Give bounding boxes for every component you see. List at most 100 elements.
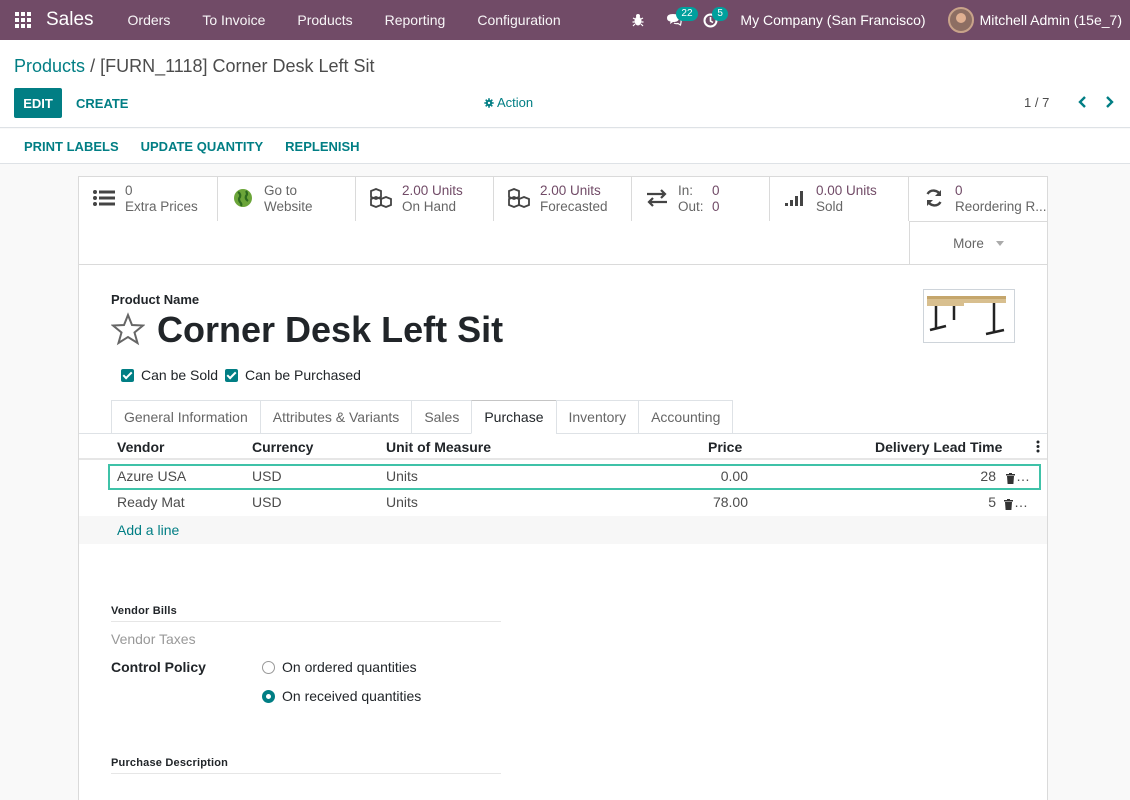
menu-to-invoice[interactable]: To Invoice [186, 0, 281, 40]
menu-products[interactable]: Products [281, 0, 368, 40]
user-menu[interactable]: Mitchell Admin (15e_7) [980, 12, 1122, 28]
product-name-field[interactable]: Corner Desk Left Sit [157, 308, 503, 352]
radio-unchecked-icon [262, 660, 275, 674]
exchange-icon [644, 185, 670, 211]
cubes-icon [368, 185, 394, 211]
more-label: More [953, 236, 984, 251]
pager-value[interactable]: 1 / 7 [1024, 95, 1049, 110]
add-a-line-link[interactable]: Add a line [117, 522, 179, 538]
app-name[interactable]: Sales [46, 9, 94, 31]
radio-ordered-quantities[interactable]: On ordered quantities [262, 659, 417, 675]
control-panel: Products / [FURN_1118] Corner Desk Left … [0, 40, 1130, 128]
col-unit-of-measure[interactable]: Unit of Measure [386, 439, 491, 455]
menu-configuration[interactable]: Configuration [461, 0, 576, 40]
tab-sales[interactable]: Sales [411, 400, 472, 434]
chevron-right-icon[interactable] [1102, 92, 1118, 112]
apps-menu-icon[interactable] [0, 0, 46, 40]
on-hand-button[interactable]: 2.00 Units On Hand [356, 177, 494, 221]
cell-uom: Units [386, 494, 418, 510]
breadcrumb-current: [FURN_1118] Corner Desk Left Sit [100, 56, 375, 76]
cell-price: 78.00 [712, 494, 748, 510]
list-icon [91, 185, 117, 211]
vendor-table-header: Vendor Currency Unit of Measure Price De… [79, 436, 1047, 460]
product-name-label: Product Name [111, 292, 200, 307]
col-price[interactable]: Price [708, 439, 742, 455]
cell-uom: Units [386, 468, 418, 484]
on-hand-value: 2.00 Units [402, 183, 463, 198]
chevron-left-icon[interactable] [1074, 92, 1090, 112]
radio-received-quantities[interactable]: On received quantities [262, 688, 421, 704]
forecasted-label: Forecasted [540, 199, 608, 214]
in-label: In: [678, 183, 694, 198]
breadcrumb-products-link[interactable]: Products [14, 56, 85, 76]
menu-orders[interactable]: Orders [112, 0, 187, 40]
reordering-label: Reordering R... [955, 199, 1047, 214]
reordering-value: 0 [955, 183, 963, 198]
user-avatar[interactable] [947, 7, 974, 33]
messages-icon[interactable]: 22 [656, 0, 698, 40]
top-navbar: Sales Orders To Invoice Products Reporti… [0, 0, 1130, 40]
section-divider [111, 621, 501, 622]
can-be-purchased-checkbox[interactable]: Can be Purchased [225, 367, 361, 383]
table-row[interactable]: Ready Mat USD Units 78.00 5 … [79, 491, 1047, 517]
cell-lead-time: 5 [988, 494, 996, 510]
cell-price: 0.00 [720, 468, 748, 484]
col-delivery-lead-time[interactable]: Delivery Lead Time [875, 439, 1002, 455]
section-divider [111, 773, 501, 774]
form-tabs: General Information Attributes & Variant… [111, 400, 734, 434]
form-header-bar: PRINT LABELS UPDATE QUANTITY REPLENISH [0, 129, 1130, 164]
activities-badge: 5 [712, 7, 728, 21]
cell-vendor: Azure USA [117, 468, 187, 484]
col-vendor[interactable]: Vendor [117, 439, 164, 455]
cell-currency: USD [252, 494, 282, 510]
print-labels-button[interactable]: PRINT LABELS [14, 139, 129, 154]
extra-prices-button[interactable]: 0 Extra Prices [79, 177, 218, 221]
radio-received-label: On received quantities [282, 688, 422, 704]
cell-vendor: Ready Mat [117, 494, 185, 510]
col-currency[interactable]: Currency [252, 439, 313, 455]
more-dropdown[interactable]: More [909, 221, 1047, 265]
trash-icon[interactable] [1006, 471, 1015, 487]
activities-clock-icon[interactable]: 5 [692, 0, 728, 40]
extra-prices-label: Extra Prices [125, 199, 198, 214]
go-to-website-button[interactable]: Go to Website [218, 177, 356, 221]
forecasted-button[interactable]: 2.00 Units Forecasted [494, 177, 632, 221]
breadcrumb-separator: / [90, 56, 96, 76]
cell-lead-time: 28 [980, 468, 996, 484]
breadcrumb: Products / [FURN_1118] Corner Desk Left … [14, 56, 375, 77]
cubes-icon [506, 185, 532, 211]
can-be-sold-checkbox[interactable]: Can be Sold [121, 367, 218, 383]
extra-prices-value: 0 [125, 183, 133, 198]
debug-bug-icon[interactable] [620, 0, 656, 40]
tab-accounting[interactable]: Accounting [638, 400, 734, 434]
replenish-button[interactable]: REPLENISH [275, 139, 369, 154]
checkbox-checked-icon [121, 368, 134, 382]
on-hand-label: On Hand [402, 199, 457, 214]
tab-attributes-variants[interactable]: Attributes & Variants [259, 400, 412, 434]
create-button[interactable]: CREATE [68, 88, 136, 118]
control-policy-label: Control Policy [111, 659, 206, 675]
product-image[interactable] [923, 289, 1015, 343]
go-to-label: Go to [264, 183, 298, 198]
reordering-rules-button[interactable]: 0 Reordering R... [909, 177, 1047, 221]
tab-purchase[interactable]: Purchase [471, 400, 556, 434]
in-out-button[interactable]: In: 0 Out: 0 [632, 177, 770, 221]
refresh-icon [921, 185, 947, 211]
star-icon[interactable] [110, 312, 146, 346]
signal-icon [782, 185, 808, 211]
company-switcher[interactable]: My Company (San Francisco) [740, 12, 925, 28]
update-quantity-button[interactable]: UPDATE QUANTITY [129, 139, 276, 154]
optional-columns-icon[interactable] [1036, 439, 1040, 456]
smart-button-box: 0 Extra Prices Go to Website 2.00 Units … [79, 177, 1047, 265]
table-row[interactable]: Azure USA USD Units 0.00 28 … [108, 464, 1041, 490]
sold-button[interactable]: 0.00 Units Sold [770, 177, 909, 221]
add-line-row [79, 516, 1047, 544]
out-label: Out: [678, 199, 704, 214]
edit-button[interactable]: EDIT [14, 88, 62, 118]
can-be-sold-label: Can be Sold [141, 367, 219, 383]
menu-reporting[interactable]: Reporting [369, 0, 462, 40]
tab-inventory[interactable]: Inventory [555, 400, 639, 434]
action-dropdown[interactable]: Action [484, 95, 533, 110]
tab-general-information[interactable]: General Information [111, 400, 260, 434]
trash-icon[interactable] [1004, 497, 1013, 513]
